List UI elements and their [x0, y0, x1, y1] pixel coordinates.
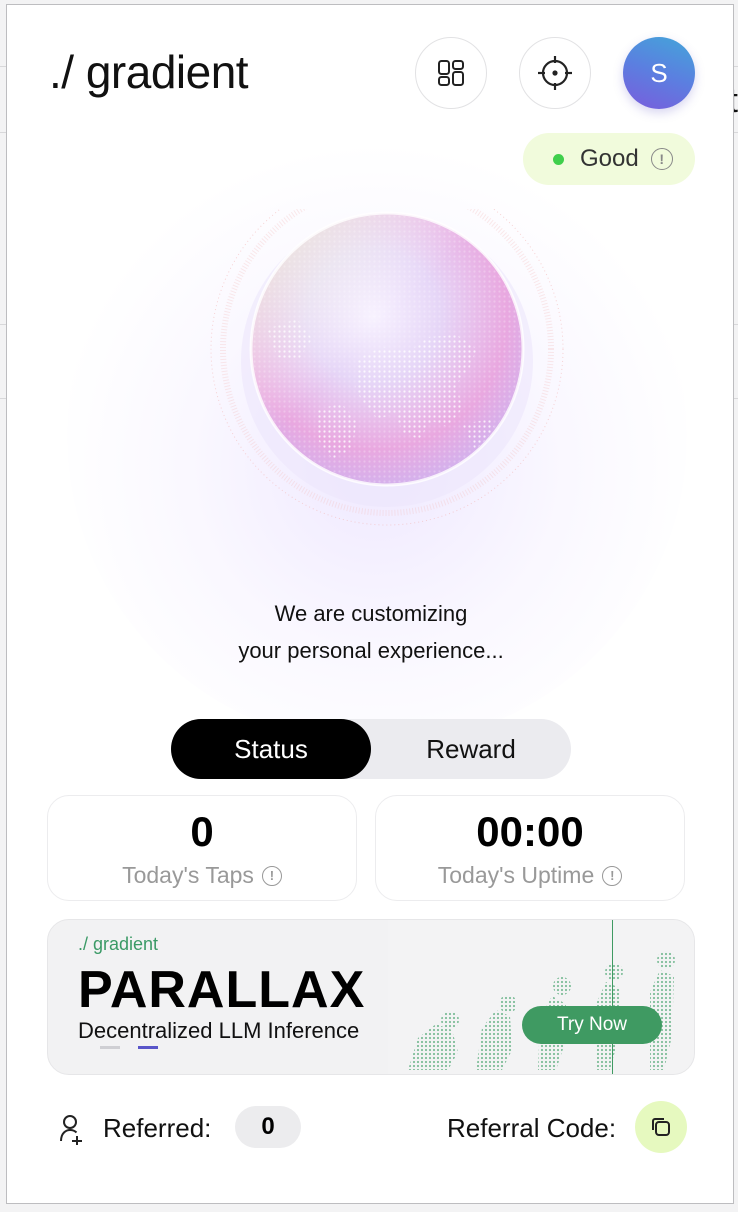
banner-divider [612, 920, 613, 1074]
user-avatar[interactable]: S [623, 37, 695, 109]
uptime-label: Today's Uptime [437, 862, 595, 888]
copy-icon [652, 1118, 670, 1136]
status-dot [553, 153, 564, 165]
copy-referral-code-button[interactable] [635, 1101, 687, 1153]
avatar-letter: S [650, 57, 668, 88]
globe-icon [210, 172, 564, 526]
loading-message: We are customizing your personal experie… [7, 595, 733, 669]
try-now-button[interactable]: Try Now [522, 1006, 662, 1044]
status-label: Good [580, 145, 639, 172]
loading-message-line2: your personal experience... [238, 638, 504, 663]
uptime-value: 00:00 [476, 808, 584, 855]
evolution-illustration [388, 920, 694, 1074]
view-tabs: Status Reward [171, 719, 571, 779]
referred-count: 0 [235, 1106, 301, 1148]
banner-subtitle: Decentralized LLM Inference [78, 1018, 360, 1043]
taps-label: Today's Taps [122, 862, 254, 888]
referral-code-label: Referral Code: [447, 1113, 617, 1143]
tab-status[interactable]: Status [171, 719, 371, 779]
banner-title: PARALLAX [78, 961, 366, 1019]
extension-popup: ./ gradient S Good ! We are customizing … [6, 4, 734, 1204]
loading-message-line1: We are customizing [274, 601, 468, 626]
taps-value: 0 [190, 808, 214, 855]
info-icon[interactable]: ! [650, 148, 673, 170]
promo-banner[interactable]: ./ gradient PARALLAX Decentralized LLM I… [47, 919, 695, 1075]
referral-bar: Referred: 0 Referral Code: [7, 1101, 733, 1157]
locate-button[interactable] [519, 37, 591, 109]
referred-label: Referred: [103, 1113, 212, 1143]
tab-reward[interactable]: Reward [371, 719, 571, 779]
dashboard-button[interactable] [415, 37, 487, 109]
globe-visual [207, 172, 567, 569]
banner-brand: ./ gradient [78, 934, 159, 954]
uptime-card: 00:00 Today's Uptime ! [375, 795, 685, 901]
dashboard-icon [438, 60, 464, 86]
taps-card: 0 Today's Taps ! [47, 795, 357, 901]
crosshair-icon [538, 56, 572, 90]
add-user-icon [60, 1115, 82, 1145]
taps-info-icon[interactable]: ! [261, 865, 282, 886]
connection-status-badge[interactable]: Good ! [523, 133, 695, 185]
app-logo: ./ gradient [49, 46, 249, 98]
carousel-indicator[interactable] [100, 1046, 120, 1049]
uptime-info-icon[interactable]: ! [602, 865, 623, 886]
carousel-indicator-active[interactable] [138, 1046, 158, 1049]
